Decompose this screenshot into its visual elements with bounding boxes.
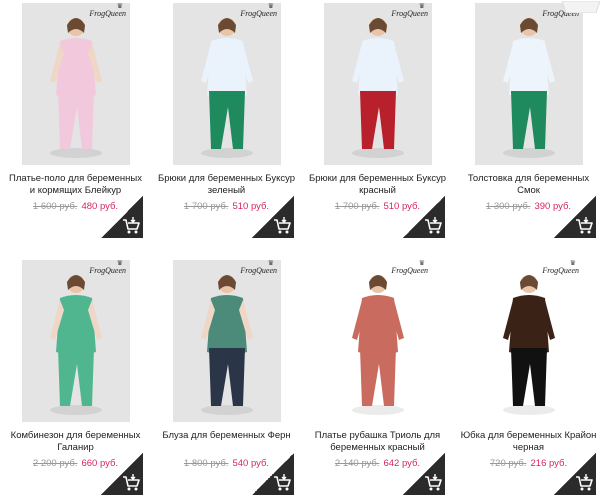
product-card[interactable]: FrogQueen Блуза для беременных Ферн 1 800 …: [151, 257, 302, 501]
cart-icon: [576, 217, 593, 234]
product-photo[interactable]: FrogQueen: [22, 260, 130, 422]
product-name[interactable]: Платье рубашка Триоль для беременных кра…: [308, 430, 447, 454]
old-price: 2 200 руб.: [32, 458, 78, 469]
product-photo[interactable]: FrogQueen: [475, 3, 583, 165]
product-name[interactable]: Комбинезон для беременных Галанир: [6, 430, 145, 454]
product-photo[interactable]: FrogQueen: [475, 260, 583, 422]
old-price: 1 700 руб.: [183, 201, 229, 212]
product-card[interactable]: FrogQueen Комбинезон для беременных Галан…: [0, 257, 151, 501]
cart-icon: [123, 474, 140, 491]
product-card[interactable]: FrogQueen Платье рубашка Триоль для берем…: [302, 257, 453, 501]
product-name[interactable]: Брюки для беременных Буксур зеленый: [157, 173, 296, 197]
product-name[interactable]: Толстовка для беременных Смок: [459, 173, 598, 197]
product-name[interactable]: Юбка для беременных Крайон черная: [459, 430, 598, 454]
brand-logo: FrogQueen: [240, 3, 277, 18]
product-photo[interactable]: FrogQueen: [324, 260, 432, 422]
brand-logo: FrogQueen: [89, 3, 126, 18]
product-name[interactable]: Платье-поло для беременных и кормящих Бл…: [6, 173, 145, 197]
add-to-cart-button[interactable]: [101, 196, 143, 238]
brand-logo: FrogQueen: [391, 3, 428, 18]
brand-logo: FrogQueen: [89, 260, 126, 275]
old-price: 720 руб.: [489, 458, 527, 469]
product-card[interactable]: FrogQueen Толстовка для беременных Смок 1 …: [453, 0, 604, 244]
product-grid: FrogQueen Платье-поло для беременных и ко…: [0, 0, 604, 495]
product-card[interactable]: FrogQueen Платье-поло для беременных и ко…: [0, 0, 151, 244]
product-photo[interactable]: FrogQueen: [173, 260, 281, 422]
product-card[interactable]: FrogQueen Юбка для беременных Крайон черн…: [453, 257, 604, 501]
cart-icon: [425, 474, 442, 491]
cart-icon: [123, 217, 140, 234]
product-photo[interactable]: FrogQueen: [173, 3, 281, 165]
brand-logo: FrogQueen: [240, 260, 277, 275]
brand-logo: FrogQueen: [542, 260, 579, 275]
product-name[interactable]: Брюки для беременных Буксур красный: [308, 173, 447, 197]
old-price: 1 800 руб.: [183, 458, 229, 469]
old-price: 2 140 руб.: [334, 458, 380, 469]
add-to-cart-button[interactable]: [403, 196, 445, 238]
cart-icon: [425, 217, 442, 234]
old-price: 1 300 руб.: [485, 201, 531, 212]
cart-icon: [274, 217, 291, 234]
product-card[interactable]: FrogQueen Брюки для беременных Буксур кра…: [302, 0, 453, 244]
product-card[interactable]: FrogQueen Брюки для беременных Буксур зел…: [151, 0, 302, 244]
product-photo[interactable]: FrogQueen: [22, 3, 130, 165]
corner-tab-icon[interactable]: [556, 0, 601, 14]
old-price: 1 700 руб.: [334, 201, 380, 212]
old-price: 1 600 руб.: [32, 201, 78, 212]
add-to-cart-button[interactable]: [554, 196, 596, 238]
product-photo[interactable]: FrogQueen: [324, 3, 432, 165]
cart-icon: [576, 474, 593, 491]
product-name[interactable]: Блуза для беременных Ферн: [157, 430, 296, 442]
add-to-cart-button[interactable]: [252, 196, 294, 238]
brand-logo: FrogQueen: [391, 260, 428, 275]
cart-icon: [274, 474, 291, 491]
